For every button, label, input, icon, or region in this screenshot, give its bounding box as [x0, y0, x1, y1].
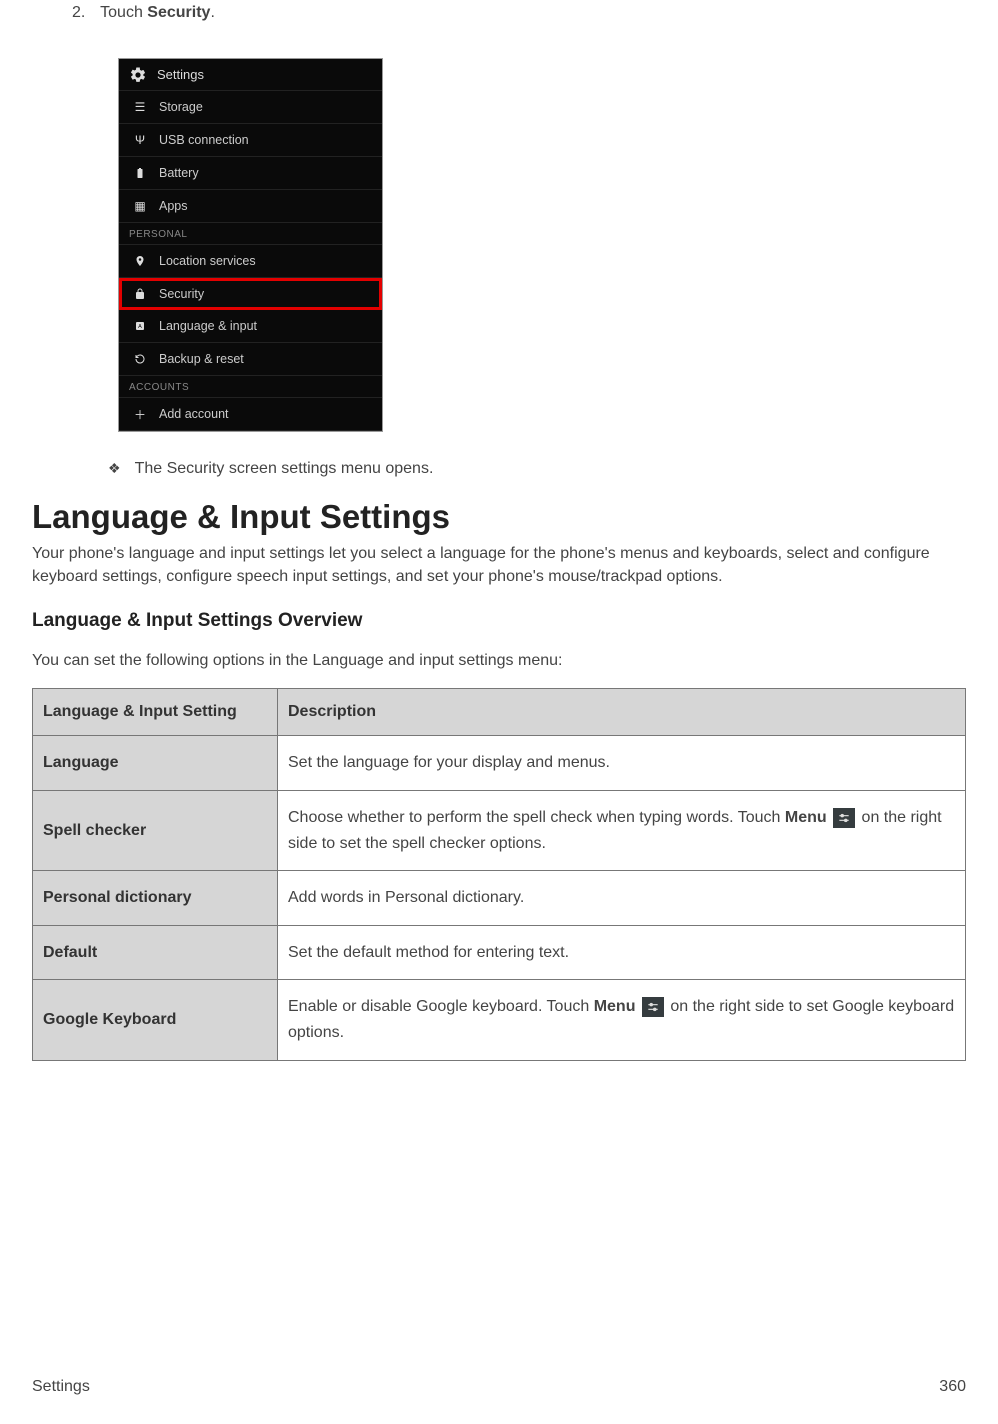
table-header-row: Language & Input Setting Description	[33, 689, 966, 736]
step-text-prefix: Touch	[100, 4, 147, 21]
settings-row-battery[interactable]: Battery	[119, 157, 382, 190]
setting-desc: Set the default method for entering text…	[278, 925, 966, 980]
row-label: Security	[159, 287, 204, 301]
backup-icon	[131, 352, 149, 366]
settings-row-security[interactable]: Security	[119, 278, 382, 310]
table-row: Default Set the default method for enter…	[33, 925, 966, 980]
setting-name: Spell checker	[33, 790, 278, 870]
row-label: Storage	[159, 100, 203, 114]
subheading-overview: Language & Input Settings Overview	[32, 610, 966, 632]
setting-desc: Choose whether to perform the spell chec…	[278, 790, 966, 870]
lock-icon	[131, 287, 149, 301]
bullet-text: The Security screen settings menu opens.	[135, 460, 434, 478]
setting-desc: Enable or disable Google keyboard. Touch…	[278, 980, 966, 1060]
setting-name: Google Keyboard	[33, 980, 278, 1060]
apps-icon: ▦	[131, 199, 149, 213]
table-row: Personal dictionary Add words in Persona…	[33, 871, 966, 926]
result-bullet: ❖ The Security screen settings menu open…	[108, 460, 966, 478]
setting-name: Personal dictionary	[33, 871, 278, 926]
table-row: Spell checker Choose whether to perform …	[33, 790, 966, 870]
usb-icon: Ψ	[131, 133, 149, 147]
heading-language-input: Language & Input Settings	[32, 498, 966, 536]
svg-text:A: A	[138, 324, 142, 330]
sliders-icon	[833, 808, 855, 828]
sliders-icon	[642, 997, 664, 1017]
row-label: Location services	[159, 254, 256, 268]
battery-icon	[131, 166, 149, 180]
step-2: 2. Touch Security.	[72, 4, 966, 22]
footer-section: Settings	[32, 1378, 90, 1396]
settings-row-location[interactable]: Location services	[119, 245, 382, 278]
footer-page-number: 360	[939, 1378, 966, 1396]
screenshot-title-row: Settings	[119, 59, 382, 91]
table-header-setting: Language & Input Setting	[33, 689, 278, 736]
setting-name: Default	[33, 925, 278, 980]
step-text-suffix: .	[210, 4, 214, 21]
settings-row-add-account[interactable]: ＋ Add account	[119, 398, 382, 431]
row-label: Apps	[159, 199, 188, 213]
row-label: Add account	[159, 407, 229, 421]
location-icon	[131, 254, 149, 268]
settings-row-language[interactable]: A Language & input	[119, 310, 382, 343]
gear-icon	[129, 68, 147, 82]
page-footer: Settings 360	[32, 1378, 966, 1396]
settings-row-backup[interactable]: Backup & reset	[119, 343, 382, 376]
row-label: USB connection	[159, 133, 249, 147]
settings-row-storage[interactable]: ☰ Storage	[119, 91, 382, 124]
screenshot-title: Settings	[157, 67, 204, 82]
setting-desc: Add words in Personal dictionary.	[278, 871, 966, 926]
table-row: Language Set the language for your displ…	[33, 736, 966, 791]
lead-paragraph: You can set the following options in the…	[32, 652, 966, 670]
setting-name: Language	[33, 736, 278, 791]
table-header-description: Description	[278, 689, 966, 736]
diamond-bullet-icon: ❖	[108, 460, 121, 477]
row-label: Battery	[159, 166, 199, 180]
settings-row-usb[interactable]: Ψ USB connection	[119, 124, 382, 157]
section-accounts: ACCOUNTS	[119, 376, 382, 398]
language-icon: A	[131, 319, 149, 333]
row-label: Backup & reset	[159, 352, 244, 366]
table-row: Google Keyboard Enable or disable Google…	[33, 980, 966, 1060]
settings-screenshot: Settings ☰ Storage Ψ USB connection Batt…	[118, 58, 383, 432]
settings-row-apps[interactable]: ▦ Apps	[119, 190, 382, 223]
setting-desc: Set the language for your display and me…	[278, 736, 966, 791]
storage-icon: ☰	[131, 100, 149, 114]
options-table: Language & Input Setting Description Lan…	[32, 688, 966, 1060]
plus-icon: ＋	[131, 407, 149, 421]
step-text-bold: Security	[147, 4, 210, 21]
step-number: 2.	[72, 4, 96, 22]
section-personal: PERSONAL	[119, 223, 382, 245]
row-label: Language & input	[159, 319, 257, 333]
intro-paragraph: Your phone's language and input settings…	[32, 542, 966, 588]
